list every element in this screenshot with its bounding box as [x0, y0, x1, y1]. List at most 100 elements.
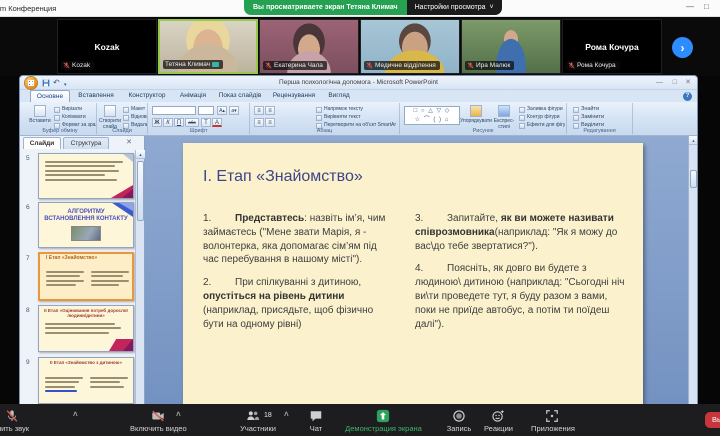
- grow-font-button[interactable]: А▴: [217, 106, 227, 115]
- align-center-button[interactable]: ≡: [265, 118, 275, 127]
- participants-count: 18: [264, 412, 272, 419]
- slide-thumbnail-5[interactable]: [38, 153, 134, 199]
- panel-tab-slides[interactable]: Слайди: [23, 137, 61, 149]
- tab-retsenzuvannya[interactable]: Рецензування: [268, 90, 320, 102]
- scroll-thumb[interactable]: [689, 170, 697, 188]
- tab-animatsiya[interactable]: Анімація: [174, 90, 212, 102]
- participants-chevron[interactable]: ˄: [284, 410, 289, 419]
- tab-konstruktor[interactable]: Конструктор: [122, 90, 172, 102]
- apps-button[interactable]: Приложения: [528, 424, 578, 433]
- bullets-button[interactable]: ≡: [254, 106, 264, 115]
- ppt-minimize-button[interactable]: —: [656, 79, 663, 87]
- replace-button[interactable]: Замінити: [573, 114, 629, 121]
- ppt-close-button[interactable]: ✕: [685, 79, 691, 87]
- share-screen-button[interactable]: Демонстрация экрана: [336, 424, 431, 433]
- slide-thumbnail-9[interactable]: ІІ Етап «Знайомство з дитиною»: [38, 357, 134, 404]
- quick-styles-button[interactable]: Експрес-стилі: [490, 105, 518, 130]
- shape-outline-button[interactable]: Контур фігури: [519, 114, 565, 121]
- participants-button[interactable]: Участники: [228, 424, 288, 433]
- office-button[interactable]: [25, 77, 37, 89]
- save-icon[interactable]: [42, 79, 50, 87]
- thumb-title: І Етап «Знайомство»: [46, 255, 98, 261]
- leave-meeting-button[interactable]: Выход: [705, 412, 720, 428]
- participant-tile-tetyana[interactable]: Тетяна Климач: [158, 19, 258, 74]
- slide-thumbnail-8[interactable]: ІІ Етап «Оцінювання потреб дорослої люди…: [38, 305, 134, 352]
- participant-name-label: Kozak: [61, 61, 95, 70]
- camera-off-icon[interactable]: [150, 409, 166, 423]
- shapes-gallery[interactable]: □ ○ △ ▽ ◇ ☆ ⌒ ( ) ⌂: [404, 106, 460, 125]
- font-size-select[interactable]: [198, 106, 214, 115]
- tab-vyglyad[interactable]: Вигляд: [322, 90, 356, 102]
- thumb-title: АЛГОРИТМУ ВСТАНОВЛЕННЯ КОНТАКТУ: [44, 209, 128, 222]
- font-name-select[interactable]: [152, 106, 196, 115]
- chat-icon[interactable]: [308, 409, 324, 423]
- font-color-button[interactable]: А: [212, 118, 222, 127]
- bold-button[interactable]: Ж: [152, 118, 162, 127]
- mic-muted-icon[interactable]: [4, 409, 20, 423]
- help-icon[interactable]: ?: [683, 92, 692, 101]
- reset-icon: [123, 114, 129, 121]
- video-options-chevron[interactable]: ˄: [176, 410, 181, 419]
- reset-button[interactable]: Відновити: [123, 114, 147, 121]
- zoom-meeting-window: Zoom Конференция — □ Вы просматриваете э…: [0, 0, 720, 436]
- next-participants-button[interactable]: ›: [672, 37, 693, 58]
- muted-mic-icon: [63, 62, 70, 69]
- slide-thumbnail-6[interactable]: АЛГОРИТМУ ВСТАНОВЛЕННЯ КОНТАКТУ: [38, 202, 134, 248]
- text-shadow-button[interactable]: Т: [201, 118, 211, 127]
- panel-scrollbar[interactable]: ▲: [135, 150, 145, 404]
- participants-icon[interactable]: [245, 409, 261, 423]
- align-text-button[interactable]: Вирівняти текст: [316, 114, 396, 121]
- document-scrollbar[interactable]: ▲: [688, 136, 697, 404]
- text-direction-button[interactable]: Напрямок тексту: [316, 106, 396, 113]
- reactions-button[interactable]: Реакции: [476, 424, 521, 433]
- view-settings-button[interactable]: Настройки просмотра ˅: [406, 0, 502, 15]
- reactions-icon[interactable]: [490, 409, 506, 423]
- chat-button[interactable]: Чат: [296, 424, 336, 433]
- unmute-button[interactable]: Включить звук: [0, 424, 42, 433]
- record-button[interactable]: Запись: [438, 424, 480, 433]
- panel-scroll-thumb[interactable]: [136, 161, 144, 221]
- tab-vstavlennya[interactable]: Вставлення: [72, 90, 120, 102]
- participant-tile-medychne[interactable]: Медичне відділення: [360, 19, 460, 74]
- scroll-up-icon[interactable]: ▲: [136, 150, 145, 159]
- italic-button[interactable]: К: [163, 118, 173, 127]
- share-screen-icon[interactable]: [375, 409, 391, 423]
- qat-dropdown[interactable]: ▾: [64, 80, 67, 90]
- participant-tile-kozak[interactable]: Kozak Kozak: [57, 19, 157, 74]
- participant-name-label: Екатерина Чала: [263, 61, 327, 70]
- maximize-button[interactable]: □: [704, 2, 709, 11]
- underline-button[interactable]: П: [174, 118, 184, 127]
- shrink-font-button[interactable]: а▾: [229, 106, 239, 115]
- cut-button[interactable]: Вирізати: [54, 106, 96, 113]
- thumb-number: 9: [26, 359, 30, 366]
- paste-button[interactable]: Вставити: [28, 105, 52, 124]
- shape-outline-icon: [519, 114, 525, 121]
- minimize-button[interactable]: —: [686, 2, 694, 11]
- shape-fill-button[interactable]: Заливка фігури: [519, 106, 565, 113]
- align-left-button[interactable]: ≡: [254, 118, 264, 127]
- strikethrough-button[interactable]: абв: [185, 118, 199, 127]
- scroll-up-icon[interactable]: ▲: [689, 136, 697, 145]
- record-icon[interactable]: [451, 409, 467, 423]
- participant-tile-roma[interactable]: Рома Кочура Рома Кочура: [562, 19, 662, 74]
- find-button[interactable]: Знайти: [573, 106, 629, 113]
- participant-tile-ira[interactable]: Ира Малюк: [461, 19, 561, 74]
- new-slide-button[interactable]: Створити слайд: [98, 105, 122, 130]
- numbering-button[interactable]: ≡: [265, 106, 275, 115]
- screen-share-indicator-icon: [212, 62, 220, 67]
- start-video-button[interactable]: Включить видео: [130, 424, 187, 433]
- ppt-maximize-button[interactable]: □: [673, 79, 677, 87]
- layout-button[interactable]: Макет: [123, 106, 147, 113]
- panel-close-icon[interactable]: ✕: [126, 139, 132, 147]
- arrange-button[interactable]: Упорядкувати: [460, 105, 492, 124]
- participant-tile-ekaterina[interactable]: Екатерина Чала: [259, 19, 359, 74]
- audio-options-chevron[interactable]: ˄: [73, 410, 78, 419]
- tab-pokaz-slaidiv[interactable]: Показ слайдів: [214, 90, 266, 102]
- slide-canvas[interactable]: І. Етап «Знайомство» 1. Представтесь: наз…: [183, 143, 643, 404]
- apps-icon[interactable]: [544, 409, 560, 423]
- panel-tab-outline[interactable]: Структура: [63, 137, 109, 149]
- arrange-icon: [470, 105, 482, 117]
- slide-thumbnail-7-selected[interactable]: І Етап «Знайомство»: [38, 252, 134, 301]
- copy-button[interactable]: Копіювати: [54, 114, 96, 121]
- undo-button[interactable]: ↶: [53, 78, 60, 88]
